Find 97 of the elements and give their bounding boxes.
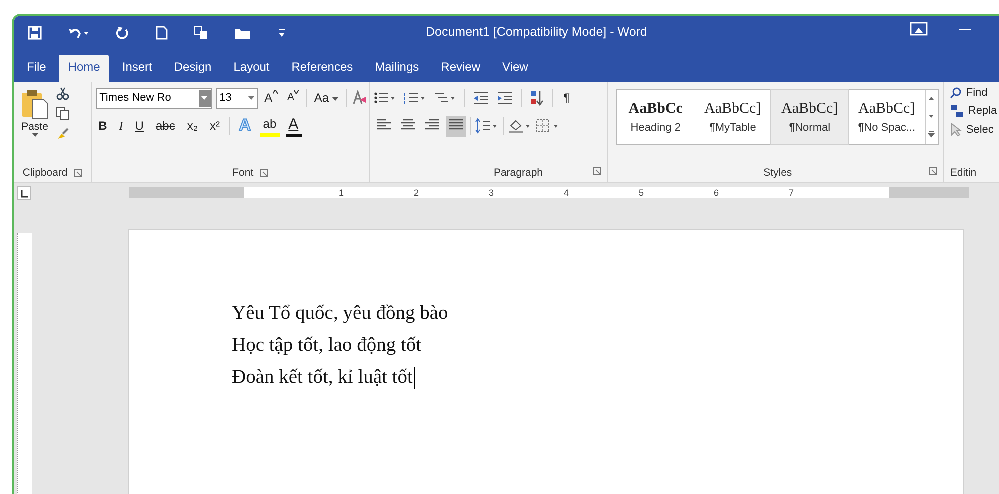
dialog-launcher-icon[interactable]	[260, 169, 268, 177]
decrease-indent-icon[interactable]	[472, 91, 489, 105]
ribbon-tab[interactable]: References	[282, 55, 362, 82]
search-icon	[950, 87, 962, 99]
window-title: Document1 [Compatibility Mode] - Word	[426, 25, 648, 39]
print-preview-icon[interactable]	[194, 26, 208, 40]
ribbon-display-icon[interactable]	[910, 22, 928, 36]
folder-icon[interactable]	[234, 26, 252, 40]
sort-icon[interactable]	[530, 90, 544, 106]
clipboard-icon	[20, 87, 50, 121]
alignment-icon	[424, 118, 440, 132]
group-label: Clipboard	[22, 167, 68, 179]
group-label: Font	[232, 167, 254, 179]
customize-icon[interactable]	[278, 28, 286, 38]
ruler-number: 6	[714, 188, 719, 198]
alignment-icon	[376, 118, 392, 132]
borders-icon[interactable]	[536, 118, 560, 134]
dialog-launcher-icon[interactable]	[929, 167, 938, 175]
group-label: Paragraph	[494, 167, 544, 179]
numbering-icon[interactable]	[404, 91, 426, 105]
caret-up-icon	[272, 90, 278, 94]
save-icon[interactable]	[28, 26, 42, 40]
ruler-number: 7	[788, 188, 794, 198]
format-button[interactable]: abc	[152, 117, 178, 135]
redo-icon[interactable]	[116, 26, 130, 40]
ruler-number: 2	[414, 188, 419, 198]
style-item[interactable]: AaBbCc] ¶Normal	[771, 90, 848, 144]
document-text-line: Yêu Tổ quốc, yêu đồng bào	[232, 302, 448, 326]
ribbon-tab[interactable]: View	[494, 55, 538, 82]
font-name-field[interactable]: Times New Ro	[96, 88, 212, 108]
style-item[interactable]: AaBbCc] ¶No Spac...	[848, 90, 926, 144]
caret-down-icon	[294, 90, 300, 94]
find-button[interactable]: Find	[950, 87, 998, 99]
cursor-icon	[950, 123, 962, 137]
tab-selector-icon[interactable]	[17, 186, 31, 200]
dialog-launcher-icon[interactable]	[74, 169, 82, 177]
alignment-button[interactable]	[446, 116, 466, 136]
ribbon-tab[interactable]: Layout	[224, 55, 279, 82]
style-name: ¶No Spac...	[858, 122, 916, 134]
change-case-button[interactable]: Aa	[311, 89, 342, 107]
bullets-icon[interactable]	[374, 91, 396, 105]
ruler-number: 3	[488, 188, 494, 198]
format-button[interactable]: I	[116, 117, 126, 135]
style-name: ¶Normal	[789, 122, 831, 134]
shrink-font-button[interactable]: A	[284, 89, 302, 107]
format-button[interactable]: B	[96, 117, 110, 135]
ruler-number: 4	[564, 188, 569, 198]
text-cursor	[414, 367, 415, 389]
multilevel-list-icon[interactable]	[434, 91, 456, 105]
select-button[interactable]: Selec	[950, 123, 998, 137]
style-name: ¶MyTable	[709, 122, 756, 134]
font-color-button[interactable]: A	[286, 116, 302, 136]
caret-icon	[32, 133, 38, 138]
format-button[interactable]: x²	[207, 117, 223, 135]
caret-icon	[201, 96, 208, 100]
document-text-line: Đoàn kết tốt, kỉ luật tốt	[232, 366, 413, 390]
replace-icon	[950, 104, 964, 118]
font-size-field[interactable]: 13	[216, 88, 258, 108]
caret-icon	[332, 97, 340, 102]
replace-button[interactable]: Repla	[950, 104, 998, 118]
style-preview: AaBbCc]	[782, 100, 838, 118]
clear-formatting-icon[interactable]	[351, 90, 368, 106]
new-document-icon[interactable]	[156, 26, 168, 40]
style-preview: AaBbCc]	[704, 100, 762, 118]
increase-indent-icon[interactable]	[496, 91, 513, 105]
style-preview: AaBbCc	[628, 100, 683, 118]
ruler-number: 1	[338, 188, 344, 198]
show-formatting-button[interactable]: ¶	[560, 89, 574, 107]
style-item[interactable]: AaBbCc] ¶MyTable	[694, 90, 772, 144]
ribbon-tab[interactable]: Home	[59, 55, 110, 82]
document-text-line: Học tập tốt, lao động tốt	[232, 334, 422, 358]
dialog-launcher-icon[interactable]	[593, 167, 602, 175]
caret-icon	[246, 96, 257, 100]
format-button[interactable]: U	[132, 117, 147, 135]
undo-icon[interactable]	[68, 26, 90, 40]
format-button[interactable]: x₂	[184, 117, 201, 135]
ribbon-tab[interactable]: Review	[432, 55, 490, 82]
highlight-button[interactable]: ab	[260, 115, 280, 137]
ribbon-tab[interactable]: Insert	[113, 55, 162, 82]
ribbon-tab[interactable]: Mailings	[366, 55, 428, 82]
ribbon-tab[interactable]: Design	[165, 55, 221, 82]
style-item[interactable]: AaBbCc Heading 2	[617, 90, 694, 144]
group-label: Editin	[950, 167, 977, 179]
copy-icon[interactable]	[56, 107, 70, 121]
ruler-number: 5	[638, 188, 644, 198]
paste-button[interactable]: Paste	[18, 85, 52, 164]
line-spacing-icon[interactable]	[474, 118, 499, 134]
grow-font-button[interactable]: A	[262, 89, 281, 107]
style-name: Heading 2	[630, 122, 681, 134]
paintbrush-icon[interactable]	[56, 127, 70, 141]
ribbon-tab[interactable]: File	[18, 55, 56, 82]
shading-icon[interactable]	[508, 118, 532, 134]
alignment-icon	[448, 118, 464, 132]
style-preview: AaBbCc]	[858, 100, 916, 118]
scissors-icon[interactable]	[56, 87, 70, 101]
alignment-icon	[400, 118, 416, 132]
group-label: Styles	[764, 167, 792, 179]
